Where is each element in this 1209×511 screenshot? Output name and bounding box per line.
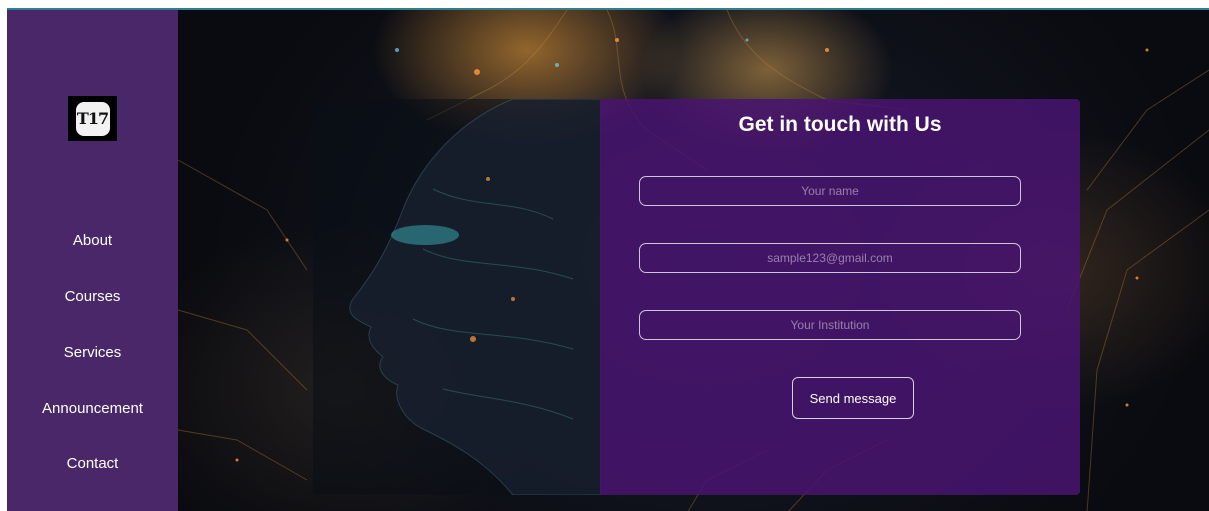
ai-head-illustration — [349, 98, 602, 496]
email-input[interactable] — [639, 243, 1021, 273]
contact-form-panel: Get in touch with Us Send message — [600, 99, 1080, 495]
sidebar-item-services[interactable]: Services — [7, 344, 178, 361]
contact-image-panel — [313, 98, 602, 496]
logo-text: T17 — [75, 101, 110, 136]
t17-logo-icon[interactable]: T17 — [68, 96, 117, 141]
form-title: Get in touch with Us — [738, 113, 942, 136]
name-input[interactable] — [639, 176, 1021, 206]
sidebar-item-contact[interactable]: Contact — [7, 455, 178, 472]
sidebar-item-announcement[interactable]: Announcement — [7, 400, 178, 417]
institution-input[interactable] — [639, 310, 1021, 340]
sidebar-item-about[interactable]: About — [7, 232, 178, 249]
page-frame: T17 About Courses Services Announcement … — [7, 8, 1209, 511]
sidebar-item-courses[interactable]: Courses — [7, 288, 178, 305]
sidebar: T17 About Courses Services Announcement … — [7, 10, 178, 511]
send-message-button[interactable]: Send message — [792, 377, 914, 419]
